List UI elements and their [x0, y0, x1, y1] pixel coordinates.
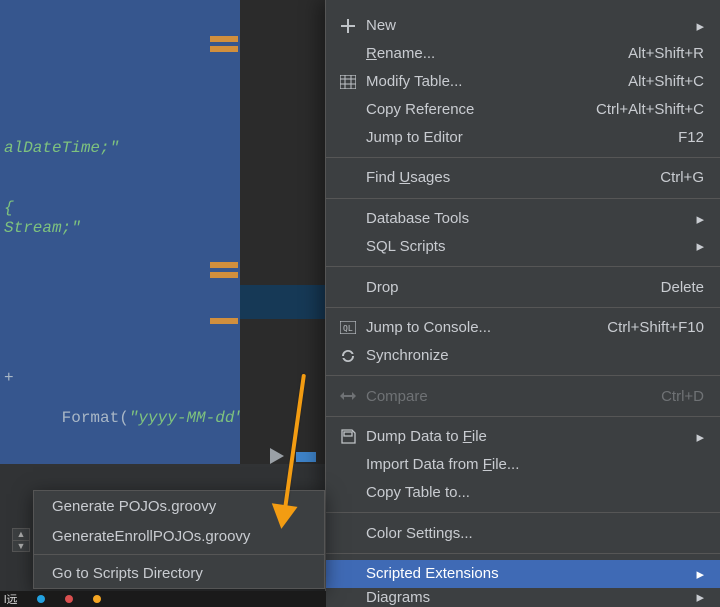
menu-label: Jump to Editor [366, 129, 678, 146]
menu-label: Import Data from File... [366, 456, 704, 473]
shortcut: F12 [678, 129, 704, 146]
shortcut: Ctrl+Shift+F10 [607, 319, 704, 336]
menu-label: Synchronize [366, 347, 704, 364]
menu-label: Copy Table to... [366, 484, 704, 501]
code-line: Stream;" [4, 218, 240, 238]
menu-label: SQL Scripts [366, 238, 686, 255]
menu-item-jump-to-console[interactable]: QL Jump to Console... Ctrl+Shift+F10 [326, 314, 720, 342]
editor-selection-line [240, 285, 325, 319]
menu-item-database-tools[interactable]: Database Tools ▸ [326, 205, 720, 233]
table-icon [336, 75, 360, 89]
code-line: Format("yyyy-MM-dd") [4, 388, 240, 448]
taskbar-dot-icon [37, 595, 45, 603]
taskbar-dot-icon [65, 595, 73, 603]
menu-item-copy-reference[interactable]: Copy Reference Ctrl+Alt+Shift+C [326, 95, 720, 123]
menu-separator [326, 375, 720, 376]
vertical-stepper[interactable]: ▲ ▼ [12, 528, 30, 552]
plus-icon [336, 19, 360, 33]
menu-label: Compare [366, 388, 661, 405]
menu-separator [326, 307, 720, 308]
submenu-arrow-icon: ▸ [694, 237, 704, 255]
submenu-arrow-icon: ▸ [694, 428, 704, 446]
save-icon [336, 429, 360, 444]
menu-label: Drop [366, 279, 661, 296]
menu-label: Modify Table... [366, 73, 628, 90]
submenu-item-go-to-scripts-directory[interactable]: Go to Scripts Directory [34, 558, 324, 588]
menu-item-modify-table[interactable]: Modify Table... Alt+Shift+C [326, 68, 720, 96]
menu-separator [326, 198, 720, 199]
menu-label: Copy Reference [366, 101, 596, 118]
submenu-label: GenerateEnrollPOJOs.groovy [52, 528, 250, 545]
submenu-arrow-icon: ▸ [694, 588, 704, 606]
menu-item-synchronize[interactable]: Synchronize [326, 342, 720, 370]
code-editor[interactable]: alDateTime;" { Stream;" + Format("yyyy-M… [0, 0, 240, 464]
menu-label: Diagrams [366, 589, 686, 606]
editor-gutter [212, 0, 240, 464]
submenu-label: Go to Scripts Directory [52, 565, 203, 582]
menu-separator [326, 266, 720, 267]
play-icon[interactable] [270, 448, 284, 464]
svg-text:QL: QL [343, 324, 353, 333]
menu-item-scripted-extensions[interactable]: Scripted Extensions ▸ [326, 560, 720, 588]
editor-margin [240, 0, 325, 464]
menu-separator [326, 416, 720, 417]
submenu-label: Generate POJOs.groovy [52, 498, 216, 515]
menu-item-new[interactable]: New ▸ [326, 12, 720, 40]
menu-separator [326, 512, 720, 513]
menu-label: Scripted Extensions [366, 565, 686, 582]
submenu-arrow-icon: ▸ [694, 17, 704, 35]
code-line: alDateTime;" [4, 138, 240, 158]
menu-separator [326, 553, 720, 554]
console-icon: QL [336, 321, 360, 334]
code-line: { [4, 198, 240, 218]
menu-label: New [366, 17, 686, 34]
submenu-arrow-icon: ▸ [694, 565, 704, 583]
menu-item-import-data-from-file[interactable]: Import Data from File... [326, 451, 720, 479]
refresh-icon [336, 348, 360, 364]
shortcut: Alt+Shift+R [628, 45, 704, 62]
chevron-up-icon[interactable]: ▲ [13, 529, 29, 541]
menu-label: Database Tools [366, 210, 686, 227]
menu-label: Dump Data to File [366, 428, 686, 445]
menu-separator [326, 157, 720, 158]
code-line: + [4, 368, 240, 388]
taskbar-dot-icon [93, 595, 101, 603]
menu-item-compare: Compare Ctrl+D [326, 382, 720, 410]
submenu-arrow-icon: ▸ [694, 210, 704, 228]
menu-item-diagrams[interactable]: Diagrams ▸ [326, 588, 720, 607]
shortcut: Alt+Shift+C [628, 73, 704, 90]
shortcut: Delete [661, 279, 704, 296]
menu-label: Rename... [366, 45, 628, 62]
shortcut: Ctrl+D [661, 388, 704, 405]
menu-item-drop[interactable]: Drop Delete [326, 273, 720, 301]
menu-label: Color Settings... [366, 525, 704, 542]
context-menu: New ▸ Rename... Alt+Shift+R Modify Table… [325, 0, 720, 607]
menu-item-dump-data-to-file[interactable]: Dump Data to File ▸ [326, 423, 720, 451]
menu-item-find-usages[interactable]: Find Usages Ctrl+G [326, 164, 720, 192]
shortcut: Ctrl+G [660, 169, 704, 186]
annotation-arrow-head [268, 503, 297, 530]
menu-label: Jump to Console... [366, 319, 607, 336]
shortcut: Ctrl+Alt+Shift+C [596, 101, 704, 118]
taskbar: l远 [0, 591, 326, 607]
menu-item-color-settings[interactable]: Color Settings... [326, 519, 720, 547]
menu-item-copy-table-to[interactable]: Copy Table to... [326, 479, 720, 507]
compare-icon [336, 390, 360, 402]
menu-separator [34, 554, 324, 555]
chevron-down-icon[interactable]: ▼ [13, 541, 29, 552]
menu-item-sql-scripts[interactable]: SQL Scripts ▸ [326, 232, 720, 260]
menu-label: Find Usages [366, 169, 660, 186]
menu-item-rename[interactable]: Rename... Alt+Shift+R [326, 40, 720, 68]
taskbar-text: l远 [4, 591, 17, 607]
menu-item-jump-to-editor[interactable]: Jump to Editor F12 [326, 123, 720, 151]
progress-indicator [296, 452, 316, 462]
